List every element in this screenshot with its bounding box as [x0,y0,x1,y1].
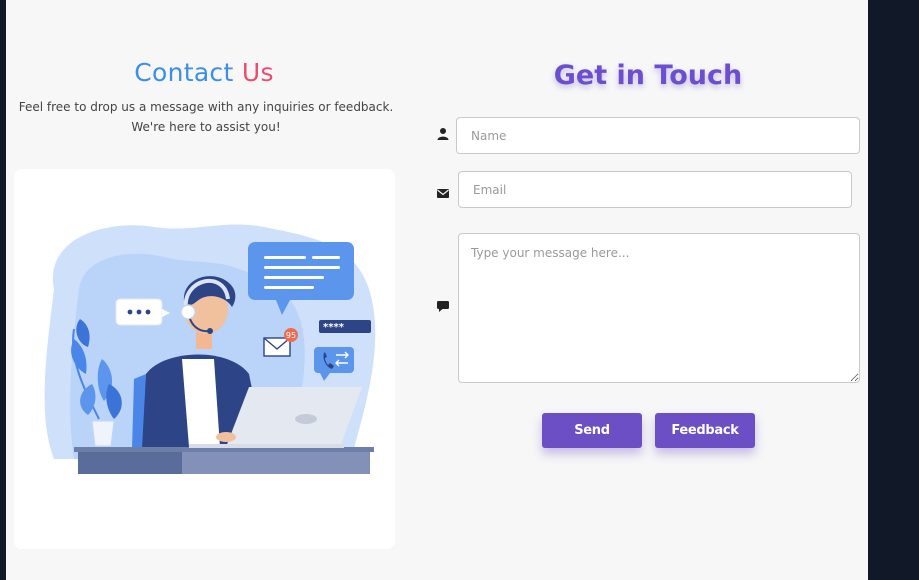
contact-title-word2: Us [241,58,274,87]
contact-panel: Contact Us Feel free to drop us a messag… [6,0,868,580]
email-input[interactable] [458,171,852,208]
notification-count: 95 [286,331,296,340]
illustration-card: **** 95 [14,169,395,549]
contact-title-word1: Contact [134,58,234,87]
user-icon [436,127,450,141]
contact-description: Feel free to drop us a message with any … [18,100,394,134]
comment-icon [436,299,450,313]
feedback-button[interactable]: Feedback [655,413,755,448]
form-title: Get in Touch [553,60,743,91]
password-mask-text: **** [323,322,345,333]
contact-title: Contact Us [6,58,402,87]
envelope-icon [436,186,450,200]
support-agent-illustration: **** 95 [44,224,376,474]
name-input[interactable] [456,117,860,154]
page-frame-right [868,0,919,580]
send-button[interactable]: Send [542,413,642,448]
message-textarea[interactable] [458,233,860,383]
